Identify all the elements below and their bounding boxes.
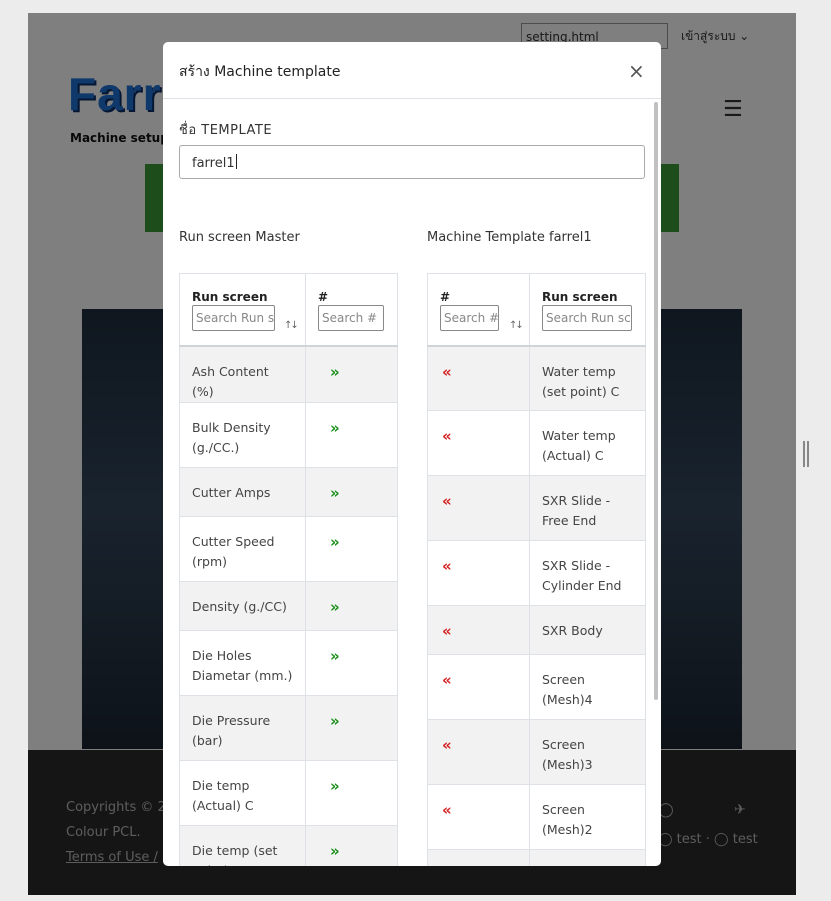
master-col-run-screen[interactable]: Run screen Search Run s ↑↓ (179, 273, 306, 347)
master-table: Run screen Search Run s ↑↓ # Search # As… (179, 273, 398, 866)
run-screen-name: Bulk Density (g./CC.) (179, 401, 306, 468)
run-screen-name: SXR Slide - Cylinder End (529, 540, 646, 606)
run-screen-name: Screen (Mesh)2 (529, 784, 646, 850)
table-row: « SXR Slide - Free End (427, 475, 646, 541)
move-right-icon[interactable]: » (318, 533, 340, 551)
run-screen-name: Die Holes Diametar (mm.) (179, 629, 306, 696)
table-row: « SXR Slide - Cylinder End (427, 540, 646, 606)
run-screen-name (529, 849, 646, 866)
table-row: « Screen (Mesh)2 (427, 784, 646, 850)
move-right-icon[interactable]: » (318, 777, 340, 795)
master-section-title: Run screen Master (179, 230, 300, 245)
table-row: Bulk Density (g./CC.) » (179, 401, 398, 468)
master-col-num[interactable]: # Search # (305, 273, 398, 347)
master-search-num-input[interactable]: Search # (318, 305, 384, 331)
run-screen-name: Water temp (set point) C (529, 345, 646, 411)
table-row: « Screen (Mesh)4 (427, 654, 646, 720)
move-left-icon[interactable]: « (440, 492, 452, 510)
run-screen-name: SXR Slide - Free End (529, 475, 646, 541)
modal-header: สร้าง Machine template × (163, 42, 661, 99)
table-row: Ash Content (%) » (179, 345, 398, 403)
table-row: Cutter Amps » (179, 466, 398, 517)
move-right-icon[interactable]: » (318, 363, 340, 381)
run-screen-name: Water temp (Actual) C (529, 410, 646, 476)
template-search-run-input[interactable]: Search Run sc (542, 305, 632, 331)
run-screen-name: Ash Content (%) (179, 345, 306, 403)
master-search-run-input[interactable]: Search Run s (192, 305, 275, 331)
master-col-num-label: # (318, 290, 329, 304)
template-section-title: Machine Template farrel1 (427, 230, 592, 245)
move-left-icon[interactable]: « (440, 736, 452, 754)
move-right-icon[interactable]: » (318, 712, 340, 730)
template-search-num-input[interactable]: Search # (440, 305, 499, 331)
table-row: Die temp (set point) C » (179, 824, 398, 866)
table-row: Die Holes Diametar (mm.) » (179, 629, 398, 696)
run-screen-name: Die temp (set point) C (179, 824, 306, 866)
run-screen-name: Density (g./CC) (179, 580, 306, 631)
run-screen-name: SXR Body (529, 605, 646, 655)
table-row: Density (g./CC) » (179, 580, 398, 631)
template-name-input[interactable]: farrel1 (179, 145, 645, 179)
template-col-run-screen[interactable]: Run screen Search Run sc (529, 273, 646, 347)
template-col-num[interactable]: # Search # ↑↓ (427, 273, 530, 347)
table-row: « Water temp (Actual) C (427, 410, 646, 476)
move-right-icon[interactable]: » (318, 598, 340, 616)
text-caret (235, 154, 237, 169)
template-name-label: ชื่อ TEMPLATE (179, 123, 273, 138)
move-left-icon[interactable]: « (440, 671, 452, 689)
modal-scrollbar[interactable] (654, 102, 658, 700)
table-row: « Water temp (set point) C (427, 345, 646, 411)
table-row: « Screen (Mesh)3 (427, 719, 646, 785)
template-col-num-label: # (440, 290, 451, 304)
sort-icon[interactable]: ↑↓ (509, 320, 524, 331)
modal-title: สร้าง Machine template (179, 64, 341, 80)
sort-icon[interactable]: ↑↓ (284, 320, 299, 331)
table-row (427, 849, 646, 866)
modal-body: ชื่อ TEMPLATE farrel1 Run screen Master … (163, 99, 661, 866)
run-screen-name: Die Pressure (bar) (179, 694, 306, 761)
table-row: Cutter Speed (rpm) » (179, 515, 398, 582)
move-right-icon[interactable]: » (318, 647, 340, 665)
table-row: Die temp (Actual) C » (179, 759, 398, 826)
create-template-modal: สร้าง Machine template × ชื่อ TEMPLATE f… (163, 42, 661, 866)
move-left-icon[interactable]: « (440, 622, 452, 640)
run-screen-name: Cutter Speed (rpm) (179, 515, 306, 582)
move-left-icon[interactable]: « (440, 557, 452, 575)
move-left-icon[interactable]: « (440, 363, 452, 381)
table-row: « SXR Body (427, 605, 646, 655)
move-left-icon[interactable]: « (440, 801, 452, 819)
template-name-value: farrel1 (192, 156, 235, 171)
run-screen-name: Die temp (Actual) C (179, 759, 306, 826)
template-table: # Search # ↑↓ Run screen Search Run sc «… (427, 273, 646, 866)
table-row: Die Pressure (bar) » (179, 694, 398, 761)
move-right-icon[interactable]: » (318, 484, 340, 502)
resize-grip-icon[interactable] (803, 441, 809, 467)
run-screen-name: Screen (Mesh)3 (529, 719, 646, 785)
master-col-run-label: Run screen (192, 290, 268, 304)
move-right-icon[interactable]: » (318, 419, 340, 437)
run-screen-name: Screen (Mesh)4 (529, 654, 646, 720)
template-col-run-label: Run screen (542, 290, 618, 304)
run-screen-name: Cutter Amps (179, 466, 306, 517)
close-icon[interactable]: × (628, 61, 645, 81)
move-right-icon[interactable]: » (318, 842, 340, 860)
move-left-icon[interactable]: « (440, 427, 452, 445)
